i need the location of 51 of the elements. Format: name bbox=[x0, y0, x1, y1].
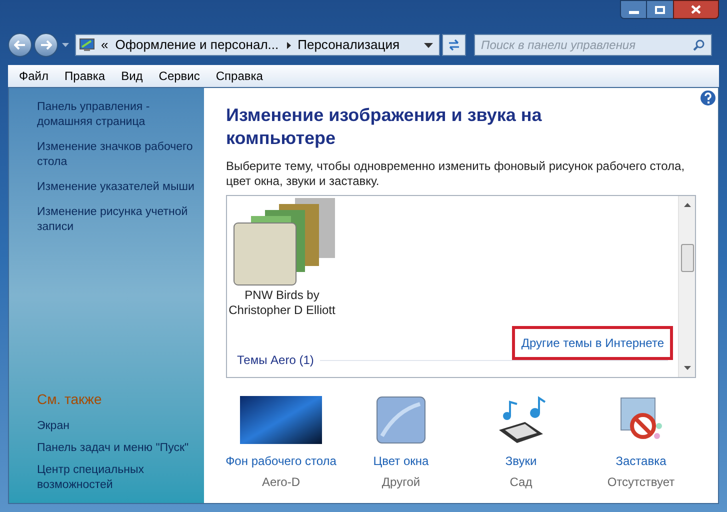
breadcrumb-item[interactable]: Оформление и персонал... bbox=[115, 35, 279, 55]
setting-link[interactable]: Заставка bbox=[616, 452, 666, 470]
breadcrumb-arrow-icon[interactable] bbox=[286, 42, 291, 48]
setting-link[interactable]: Фон рабочего стола bbox=[226, 452, 336, 470]
address-bar[interactable]: « Оформление и персонал... Персонализация bbox=[75, 34, 440, 56]
wallpaper-thumbnail-icon[interactable] bbox=[240, 396, 322, 444]
setting-value: Отсутствует bbox=[607, 474, 675, 491]
help-icon[interactable] bbox=[700, 90, 716, 106]
menu-item[interactable]: Правка bbox=[58, 67, 112, 85]
sidebar-link[interactable]: Экран bbox=[37, 419, 202, 434]
menu-item[interactable]: Справка bbox=[208, 67, 270, 85]
setting-link[interactable]: Цвет окна bbox=[373, 452, 429, 470]
forward-button[interactable] bbox=[34, 33, 58, 57]
refresh-arrows-icon bbox=[447, 39, 461, 51]
page-title: Изменение изображения и звука на компьютере bbox=[226, 104, 543, 150]
control-panel-icon bbox=[79, 38, 95, 52]
theme-name[interactable]: PNW Birds by Christopher D Elliott bbox=[217, 288, 347, 318]
close-button[interactable] bbox=[673, 0, 719, 19]
back-button[interactable] bbox=[8, 33, 32, 57]
sidebar-link[interactable]: Изменение рисунка учетной записи bbox=[37, 205, 202, 235]
dropdown-caret-icon[interactable] bbox=[424, 42, 433, 48]
setting-value: Aero-D bbox=[262, 474, 300, 491]
scroll-up-arrow-icon[interactable] bbox=[684, 203, 690, 207]
sidebar-link[interactable]: Центр специальных возможностей bbox=[37, 463, 202, 493]
search-icon bbox=[693, 39, 705, 51]
close-icon bbox=[691, 5, 701, 14]
sidebar-link[interactable]: Изменение указателей мыши bbox=[37, 180, 202, 195]
page-description: Выберите тему, чтобы одновременно изменить фоновый рисунок рабочего стола, цвет окна, звуки и заставку. bbox=[226, 159, 686, 189]
sidebar-link[interactable]: Панель задач и меню "Пуск" bbox=[37, 441, 202, 456]
scroll-thumb[interactable] bbox=[680, 244, 694, 272]
menu-item[interactable]: Вид bbox=[114, 67, 150, 85]
group-label[interactable]: Темы Aero (1) bbox=[237, 351, 314, 369]
setting-value: Сад bbox=[510, 474, 532, 491]
color-swatch-icon[interactable] bbox=[376, 396, 426, 444]
maximize-button[interactable] bbox=[647, 0, 673, 19]
section-heading: См. также bbox=[37, 390, 103, 409]
overflow-chevron[interactable]: « bbox=[101, 35, 108, 55]
scrollbar[interactable] bbox=[678, 196, 695, 377]
refresh-button[interactable] bbox=[442, 34, 466, 56]
online-themes-link[interactable]: Другие темы в Интернете bbox=[512, 326, 673, 360]
minimize-button[interactable] bbox=[620, 0, 647, 19]
forward-arrow-icon bbox=[40, 40, 52, 50]
breadcrumb-item[interactable]: Персонализация bbox=[298, 35, 400, 55]
setting-value: Другой bbox=[382, 474, 420, 491]
back-arrow-icon bbox=[14, 40, 26, 50]
sidebar-link[interactable]: Панель управления - домашняя страница bbox=[37, 100, 202, 130]
menu-item[interactable]: Сервис bbox=[152, 67, 207, 85]
scroll-down-arrow-icon[interactable] bbox=[684, 366, 690, 370]
sidebar-link[interactable]: Изменение значков рабочего стола bbox=[37, 140, 202, 170]
menu-item[interactable]: Файл bbox=[12, 67, 56, 85]
setting-link[interactable]: Звуки bbox=[505, 452, 537, 470]
